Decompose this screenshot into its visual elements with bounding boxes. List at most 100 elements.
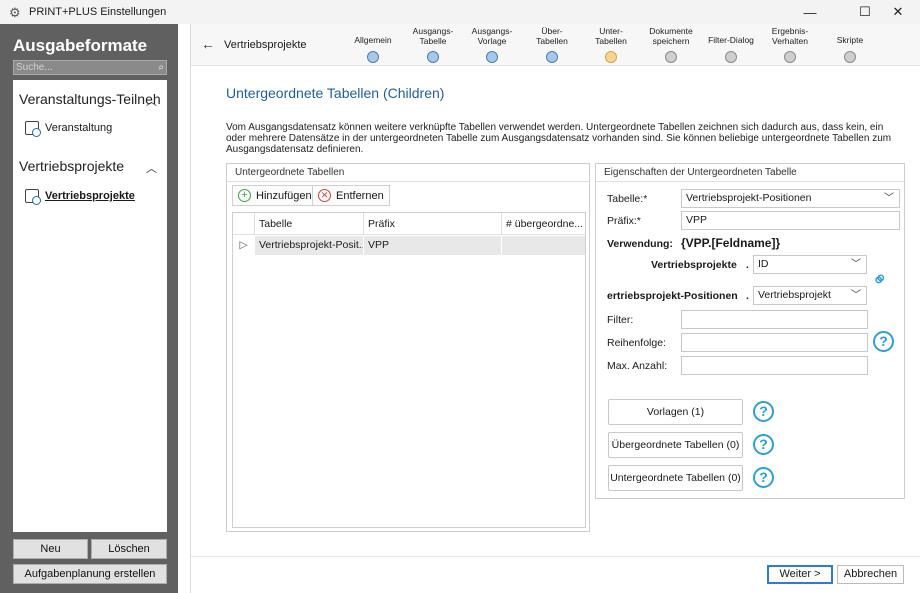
parent-field-value: ID bbox=[758, 258, 769, 270]
gear-icon: ⚙ bbox=[9, 4, 21, 20]
table-label: Tabelle:* bbox=[607, 193, 648, 205]
order-field[interactable] bbox=[681, 333, 868, 352]
parent-dot: . bbox=[746, 259, 749, 271]
wizard-step-label: Ausgangs- Vorlage bbox=[471, 26, 513, 46]
search-icon[interactable]: ⌕ bbox=[158, 61, 164, 74]
wizard-step-dot[interactable] bbox=[784, 51, 796, 63]
schedule-task-button[interactable]: Aufgabenplanung erstellen bbox=[13, 564, 167, 584]
remove-label: Entfernen bbox=[336, 189, 384, 202]
column-header-tabelle[interactable]: Tabelle bbox=[255, 213, 364, 235]
parent-field-select[interactable]: ID ﹀ bbox=[753, 255, 867, 274]
table-header-expander bbox=[233, 213, 255, 235]
new-button[interactable]: Neu bbox=[13, 539, 88, 559]
wizard-step-label: Filter-Dialog bbox=[708, 35, 754, 45]
wizard-step[interactable]: Ergebnis- Verhalten bbox=[760, 26, 820, 63]
wizard-step[interactable]: Unter- Tabellen bbox=[581, 26, 641, 63]
sidebar-heading: Ausgabeformate bbox=[13, 36, 148, 55]
column-header-parent-count[interactable]: # übergeordne... bbox=[502, 213, 585, 235]
chevron-up-icon[interactable]: ︿ bbox=[146, 160, 157, 176]
table-row[interactable]: ▷ Vertriebsprojekt-Posit... VPP bbox=[233, 236, 585, 255]
page-title: Untergeordnete Tabellen (Children) bbox=[226, 85, 445, 101]
chevron-down-icon: ﹀ bbox=[851, 290, 861, 301]
parent-tables-button[interactable]: Übergeordnete Tabellen (0) bbox=[608, 432, 743, 458]
max-count-field[interactable] bbox=[681, 356, 868, 375]
search-input[interactable]: Suche... ⌕ bbox=[13, 60, 167, 75]
child-field-value: Vertriebsprojekt bbox=[758, 289, 831, 301]
minimize-button[interactable]: — bbox=[788, 0, 832, 24]
usage-value: {VPP.[Feldname]} bbox=[681, 236, 781, 250]
document-settings-icon bbox=[25, 121, 41, 137]
sidebar-item-veranstaltung[interactable]: Veranstaltung bbox=[25, 121, 113, 137]
add-button[interactable]: + Hinzufügen bbox=[232, 185, 318, 206]
child-tables-button[interactable]: Untergeordnete Tabellen (0) bbox=[608, 465, 743, 491]
wizard-step[interactable]: Dokumente speichern bbox=[641, 26, 701, 63]
chevron-down-icon: ﹀ bbox=[851, 259, 861, 270]
filter-field[interactable] bbox=[681, 310, 868, 329]
wizard-step-dot[interactable] bbox=[605, 51, 617, 63]
close-button[interactable]: ✕ bbox=[876, 0, 920, 24]
wizard-step-dot[interactable] bbox=[665, 51, 677, 63]
wizard-step-label: Allgemein bbox=[354, 35, 392, 45]
wizard-step-dot[interactable] bbox=[367, 51, 379, 63]
next-button[interactable]: Weiter > bbox=[767, 565, 833, 584]
wizard-step-dot[interactable] bbox=[725, 51, 737, 63]
link-icon[interactable]: ⚭ bbox=[866, 265, 896, 295]
search-placeholder: Suche... bbox=[16, 62, 53, 73]
sidebar-item-vertriebsprojekte[interactable]: Vertriebsprojekte bbox=[25, 189, 135, 205]
cancel-button[interactable]: Abbrechen bbox=[837, 565, 904, 584]
filter-label: Filter: bbox=[607, 314, 634, 326]
templates-button[interactable]: Vorlagen (1) bbox=[608, 399, 743, 425]
cell-parent-count[interactable] bbox=[502, 236, 585, 255]
remove-circle-icon: ✕ bbox=[318, 189, 331, 202]
wizard-step-label: Skripte bbox=[836, 35, 864, 45]
group-vertriebsprojekte[interactable]: Vertriebsprojekte bbox=[19, 158, 124, 174]
help-icon[interactable]: ? bbox=[753, 467, 774, 488]
footer-bar: Weiter > Abbrechen bbox=[191, 556, 920, 593]
wizard-step[interactable]: Ausgangs- Vorlage bbox=[462, 26, 522, 63]
child-field-select[interactable]: Vertriebsprojekt ﹀ bbox=[753, 286, 867, 305]
wizard-step[interactable]: Filter-Dialog bbox=[701, 26, 761, 63]
usage-label: Verwendung: bbox=[607, 238, 673, 250]
help-icon[interactable]: ? bbox=[753, 401, 774, 422]
sidebar-tree: Veranstaltungs-Teilneh ︿ Veranstaltung V… bbox=[13, 80, 167, 532]
wizard-step[interactable]: Ausgangs- Tabelle bbox=[403, 26, 463, 63]
expand-triangle-icon[interactable]: ▷ bbox=[233, 236, 255, 255]
cell-tabelle[interactable]: Vertriebsprojekt-Posit... bbox=[255, 236, 364, 255]
children-table: Tabelle Präfix # übergeordne... ▷ Vertri… bbox=[232, 212, 586, 528]
properties-panel: Eigenschaften der Untergeordneten Tabell… bbox=[595, 163, 905, 499]
plus-circle-icon: + bbox=[238, 189, 251, 202]
cell-praefix[interactable]: VPP bbox=[364, 236, 502, 255]
wizard-step-dot[interactable] bbox=[546, 51, 558, 63]
arrow-left-icon[interactable]: ← bbox=[201, 36, 215, 52]
group-veranstaltung[interactable]: Veranstaltungs-Teilneh bbox=[19, 91, 161, 107]
table-select-value: Vertriebsprojekt-Positionen bbox=[686, 192, 812, 204]
window-title: PRINT+PLUS Einstellungen bbox=[29, 6, 167, 18]
parent-table-label: Vertriebsprojekte bbox=[651, 259, 737, 271]
chevron-up-icon[interactable]: ︿ bbox=[146, 93, 157, 109]
wizard-step-label: Über- Tabellen bbox=[536, 26, 568, 46]
sidebar: Ausgabeformate Suche... ⌕ Veranstaltungs… bbox=[0, 24, 178, 593]
prefix-field[interactable]: VPP bbox=[681, 211, 900, 230]
column-header-praefix[interactable]: Präfix bbox=[364, 213, 502, 235]
wizard-header: ← Vertriebsprojekte Allgemein Ausgangs- T… bbox=[191, 24, 920, 66]
delete-button[interactable]: Löschen bbox=[91, 539, 167, 559]
sidebar-item-label: Vertriebsprojekte bbox=[45, 190, 135, 202]
wizard-step[interactable]: Über- Tabellen bbox=[522, 26, 582, 63]
table-select[interactable]: Vertriebsprojekt-Positionen ﹀ bbox=[681, 189, 900, 208]
wizard-step-dot[interactable] bbox=[427, 51, 439, 63]
prefix-label: Präfix:* bbox=[607, 215, 641, 227]
child-dot: . bbox=[746, 290, 749, 302]
wizard-step[interactable]: Allgemein bbox=[343, 26, 403, 63]
wizard-step-dot[interactable] bbox=[486, 51, 498, 63]
sidebar-item-label: Veranstaltung bbox=[45, 122, 113, 134]
wizard-step-dot[interactable] bbox=[844, 51, 856, 63]
add-label: Hinzufügen bbox=[256, 189, 312, 202]
wizard-step[interactable]: Skripte bbox=[820, 26, 880, 63]
help-icon[interactable]: ? bbox=[873, 331, 894, 352]
max-count-label: Max. Anzahl: bbox=[607, 360, 668, 372]
help-icon[interactable]: ? bbox=[753, 434, 774, 455]
wizard-step-label: Dokumente speichern bbox=[649, 26, 693, 46]
remove-button[interactable]: ✕ Entfernen bbox=[312, 185, 390, 206]
wizard-step-label: Unter- Tabellen bbox=[595, 26, 627, 46]
chevron-down-icon: ﹀ bbox=[884, 193, 894, 204]
